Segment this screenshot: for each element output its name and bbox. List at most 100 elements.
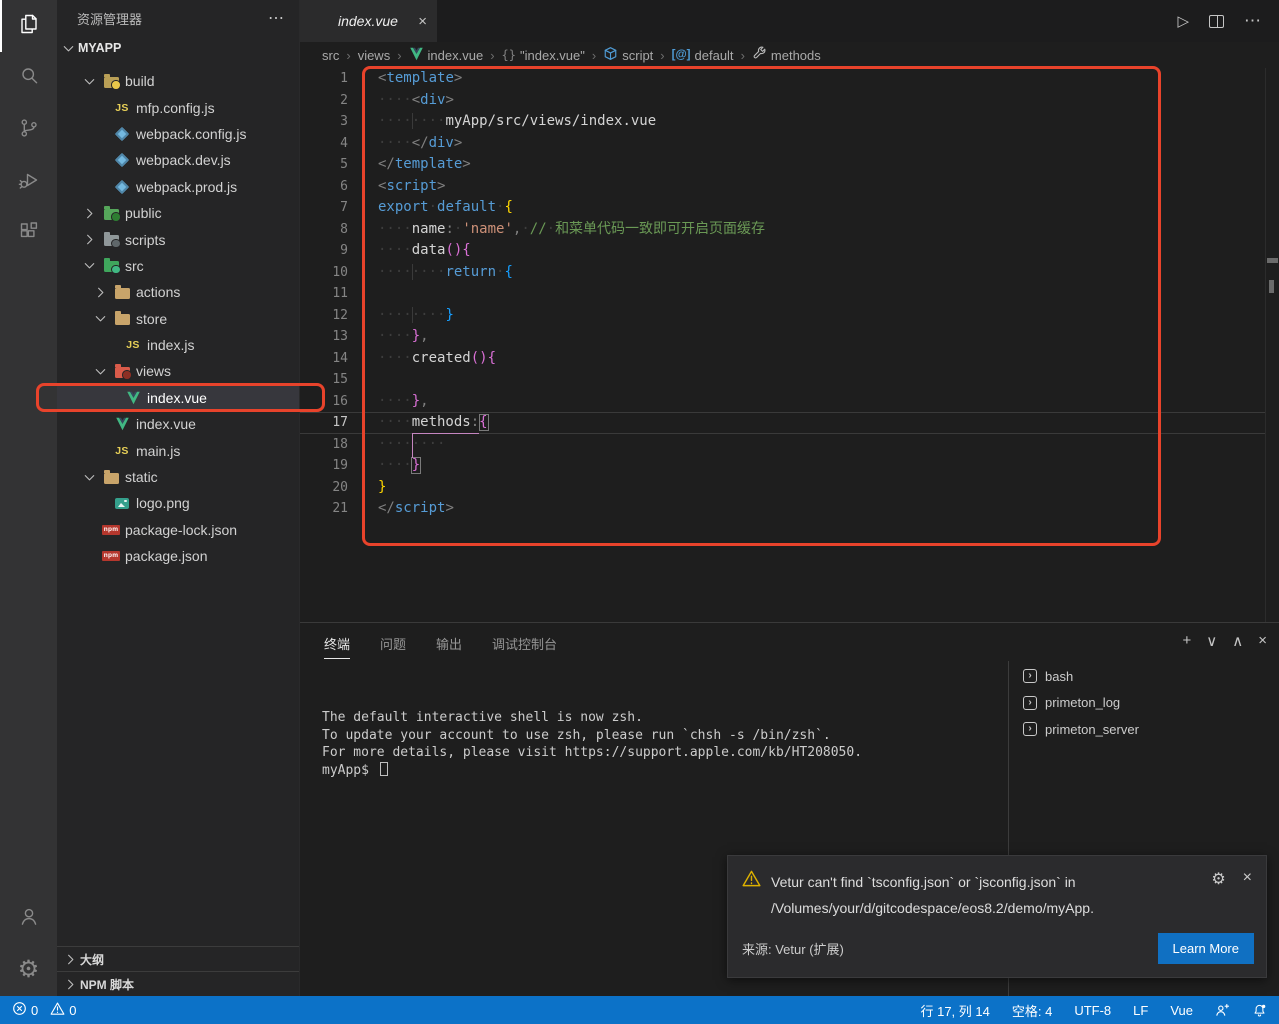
tree-item-package.json[interactable]: npmpackage.json (57, 543, 299, 569)
tree-item-label: scripts (125, 232, 165, 248)
tree-item-label: actions (136, 284, 180, 300)
code-line-text: ····}, (378, 391, 429, 413)
status-item[interactable]: UTF-8 (1074, 1003, 1111, 1018)
code-line-text: ····}, (378, 326, 429, 348)
status-bell-icon[interactable] (1252, 1003, 1267, 1018)
tree-item-package-lock.json[interactable]: npmpackage-lock.json (57, 517, 299, 543)
account-icon (17, 904, 41, 933)
status-item[interactable]: Vue (1170, 1003, 1193, 1018)
learn-more-button[interactable]: Learn More (1158, 933, 1254, 964)
tree-item-index.vue[interactable]: index.vue (57, 411, 299, 437)
code-line-text: </template> (378, 154, 471, 176)
npm-scripts-section[interactable]: NPM 脚本 (57, 971, 299, 996)
panel-tab-问题[interactable]: 问题 (380, 634, 406, 659)
tree-item-main.js[interactable]: JSmain.js (57, 437, 299, 463)
line-number: 5 (300, 154, 348, 176)
status-item[interactable]: LF (1133, 1003, 1148, 1018)
tree-item-webpack.config.js[interactable]: webpack.config.js (57, 121, 299, 147)
code-line-10: 10········return·{ (300, 262, 1279, 284)
activity-bar-item-search[interactable] (0, 52, 57, 104)
status-warning-count[interactable]: 0 (50, 1001, 76, 1019)
panel-tab-调试控制台[interactable]: 调试控制台 (492, 634, 557, 659)
tab-index-vue[interactable]: index.vue × (300, 0, 437, 42)
tree-item-webpack.dev.js[interactable]: webpack.dev.js (57, 147, 299, 173)
tree-item-label: build (125, 73, 155, 89)
activity-bar-item-source-control[interactable] (0, 104, 57, 156)
activity-bar-item-extensions[interactable] (0, 208, 57, 260)
tree-item-scripts[interactable]: scripts (57, 226, 299, 252)
new-terminal-icon[interactable]: + (1183, 632, 1192, 650)
terminal-icon: › (1023, 722, 1037, 736)
project-section-header[interactable]: MYAPP (57, 36, 299, 60)
code-line-20: 20} (300, 477, 1279, 499)
line-number: 10 (300, 262, 348, 284)
breadcrumb-item-src[interactable]: src (322, 48, 339, 63)
webpack-icon (113, 182, 131, 192)
tree-item-src[interactable]: src (57, 253, 299, 279)
tree-item-public[interactable]: public (57, 200, 299, 226)
tree-item-label: webpack.prod.js (136, 179, 237, 195)
status-item[interactable]: 空格: 4 (1012, 1001, 1052, 1020)
close-icon[interactable]: × (418, 13, 427, 30)
close-icon[interactable]: × (1243, 869, 1252, 921)
panel-tab-输出[interactable]: 输出 (436, 634, 462, 659)
minimap[interactable] (1265, 68, 1279, 622)
code-line-text: ····<div> (378, 90, 454, 112)
tree-item-static[interactable]: static (57, 464, 299, 490)
activity-bar-item-account[interactable] (0, 892, 57, 944)
chevron-down-icon (82, 470, 97, 485)
tree-item-logo.png[interactable]: logo.png (57, 490, 299, 516)
explorer-sidebar: 资源管理器 ⋯ MYAPP buildJSmfp.config.jswebpac… (57, 0, 300, 996)
breadcrumb-item-index.vue[interactable]: index.vue (409, 47, 484, 64)
more-actions-icon[interactable]: ⋯ (268, 8, 285, 28)
breadcrumb-separator: › (741, 48, 745, 63)
status-error-count[interactable]: 0 (12, 1001, 38, 1019)
breadcrumb-item-script[interactable]: script (603, 46, 653, 64)
folder-scripts-icon (102, 233, 120, 246)
gear-icon[interactable]: ⚙ (1211, 869, 1225, 921)
tree-item-actions[interactable]: actions (57, 279, 299, 305)
terminal-instance-primeton_server[interactable]: ›primeton_server (1009, 716, 1279, 743)
tree-item-build[interactable]: build (57, 68, 299, 94)
activity-bar-item-run-debug[interactable] (0, 156, 57, 208)
run-icon[interactable]: ▷ (1177, 12, 1189, 30)
terminal-dropdown-icon[interactable]: ∨ (1206, 632, 1217, 650)
tree-item-index.vue[interactable]: index.vue (57, 385, 299, 411)
breadcrumb-label: methods (771, 48, 821, 63)
tree-item-label: logo.png (136, 495, 190, 511)
close-panel-icon[interactable]: × (1258, 632, 1267, 650)
tree-item-webpack.prod.js[interactable]: webpack.prod.js (57, 174, 299, 200)
maximize-panel-icon[interactable]: ∧ (1232, 632, 1243, 650)
breadcrumb-item-methods[interactable]: methods (752, 46, 821, 64)
status-bar: 00 行 17, 列 14 空格: 4 UTF-8 LF Vue (0, 996, 1279, 1024)
activity-bar: ⚙ (0, 0, 57, 996)
terminal-instance-primeton_log[interactable]: ›primeton_log (1009, 690, 1279, 717)
code-line-4: 4····</div> (300, 133, 1279, 155)
folder-src-icon (102, 259, 120, 272)
breadcrumb-label: index.vue (428, 48, 484, 63)
panel-tab-终端[interactable]: 终端 (324, 634, 350, 659)
terminal-instance-bash[interactable]: ›bash (1009, 663, 1279, 690)
breadcrumb-item-default[interactable]: [@]default (672, 48, 734, 63)
line-number: 19 (300, 455, 348, 477)
error-icon (12, 1001, 27, 1019)
tree-item-mfp.config.js[interactable]: JSmfp.config.js (57, 94, 299, 120)
code-editor[interactable]: 1<template>2····<div>3········myApp/src/… (300, 68, 1279, 622)
activity-bar-item-explorer[interactable] (0, 0, 57, 52)
status-item[interactable]: 行 17, 列 14 (920, 1001, 989, 1020)
activity-bar-item-settings[interactable]: ⚙ (0, 944, 57, 996)
js-icon: JS (113, 445, 131, 457)
breadcrumb-item-index.vue[interactable]: {}"index.vue" (502, 48, 585, 63)
outline-section[interactable]: 大纲 (57, 946, 299, 971)
breadcrumb-item-views[interactable]: views (358, 48, 391, 63)
more-actions-icon[interactable]: ⋯ (1244, 11, 1261, 31)
chevron-right-icon (82, 232, 97, 247)
split-editor-icon[interactable] (1209, 15, 1224, 28)
outline-label: 大纲 (80, 951, 104, 968)
tab-label: index.vue (338, 13, 398, 29)
status-feedback-icon[interactable] (1215, 1003, 1230, 1018)
tree-item-store[interactable]: store (57, 306, 299, 332)
tree-item-index.js[interactable]: JSindex.js (57, 332, 299, 358)
tree-item-views[interactable]: views (57, 358, 299, 384)
terminal-output[interactable]: The default interactive shell is now zsh… (322, 709, 862, 779)
